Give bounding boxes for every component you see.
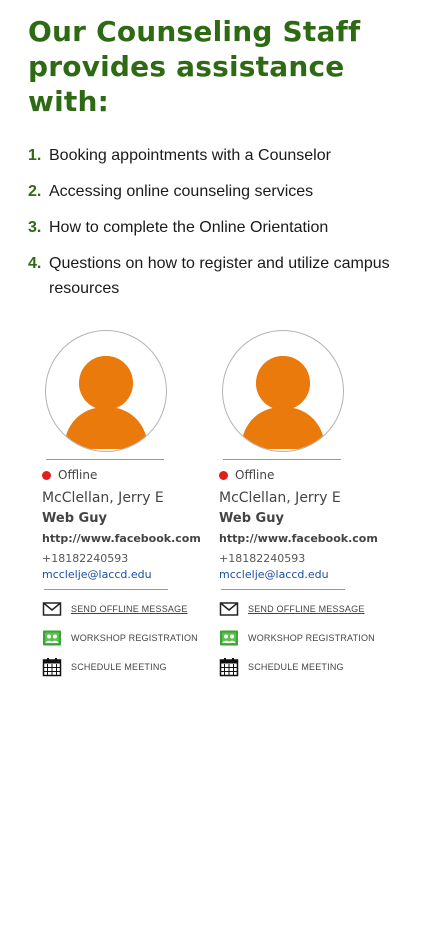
person-icon: [59, 356, 153, 451]
divider: [44, 589, 168, 590]
schedule-meeting-label[interactable]: SCHEDULE MEETING: [248, 662, 344, 672]
workshop-registration-label[interactable]: WORKSHOP REGISTRATION: [248, 633, 375, 643]
list-item-number: 1.: [28, 147, 42, 164]
envelope-icon: [219, 602, 239, 616]
workshop-registration-label[interactable]: WORKSHOP REGISTRATION: [71, 633, 198, 643]
list-item: 3. How to complete the Online Orientatio…: [28, 215, 418, 240]
status-indicator: Offline: [219, 468, 389, 482]
staff-url[interactable]: http://www.facebook.com: [42, 530, 212, 547]
send-offline-message-button[interactable]: SEND OFFLINE MESSAGE: [42, 599, 212, 619]
assistance-list: 1. Booking appointments with a Counselor…: [28, 143, 418, 312]
schedule-meeting-label[interactable]: SCHEDULE MEETING: [71, 662, 167, 672]
staff-card: Offline McClellan, Jerry E Web Guy http:…: [42, 330, 212, 677]
divider: [46, 459, 164, 460]
avatar: [45, 330, 167, 452]
divider: [221, 589, 345, 590]
staff-url[interactable]: http://www.facebook.com: [219, 530, 389, 547]
staff-title: Web Guy: [42, 511, 107, 526]
staff-name: McClellan, Jerry E: [219, 490, 341, 506]
list-item: 1. Booking appointments with a Counselor: [28, 143, 418, 168]
send-offline-message-label[interactable]: SEND OFFLINE MESSAGE: [71, 604, 188, 614]
list-item-number: 3.: [28, 219, 42, 236]
send-offline-message-button[interactable]: SEND OFFLINE MESSAGE: [219, 599, 389, 619]
person-icon: [236, 356, 330, 451]
status-dot-icon: [42, 470, 51, 480]
schedule-meeting-button[interactable]: SCHEDULE MEETING: [42, 657, 212, 677]
calendar-icon: [219, 658, 239, 677]
schedule-meeting-button[interactable]: SCHEDULE MEETING: [219, 657, 389, 677]
staff-card: Offline McClellan, Jerry E Web Guy http:…: [219, 330, 389, 677]
divider: [223, 459, 341, 460]
page-heading: Our Counseling Staff provides assistance…: [28, 15, 361, 118]
list-item: 4. Questions on how to register and util…: [28, 251, 418, 301]
list-item: 2. Accessing online counseling services: [28, 179, 418, 204]
send-offline-message-label[interactable]: SEND OFFLINE MESSAGE: [248, 604, 365, 614]
status-dot-icon: [219, 470, 228, 480]
staff-title: Web Guy: [219, 511, 284, 526]
envelope-icon: [42, 602, 62, 616]
list-item-text: Questions on how to register and utilize…: [49, 255, 390, 297]
status-indicator: Offline: [42, 468, 212, 482]
avatar: [222, 330, 344, 452]
workshop-registration-button[interactable]: WORKSHOP REGISTRATION: [42, 628, 212, 648]
staff-phone: +18182240593: [219, 552, 306, 565]
workshop-icon: [43, 630, 61, 646]
calendar-icon: [42, 658, 62, 677]
staff-phone: +18182240593: [42, 552, 129, 565]
staff-email-link[interactable]: mcclelje@laccd.edu: [219, 567, 389, 583]
list-item-number: 4.: [28, 255, 42, 272]
workshop-icon: [220, 630, 238, 646]
list-item-text: Accessing online counseling services: [49, 183, 314, 200]
list-item-text: How to complete the Online Orientation: [49, 219, 329, 236]
status-text: Offline: [235, 468, 275, 482]
workshop-registration-button[interactable]: WORKSHOP REGISTRATION: [219, 628, 389, 648]
status-text: Offline: [58, 468, 98, 482]
list-item-number: 2.: [28, 183, 42, 200]
staff-email-link[interactable]: mcclelje@laccd.edu: [42, 567, 212, 583]
list-item-text: Booking appointments with a Counselor: [49, 147, 331, 164]
staff-name: McClellan, Jerry E: [42, 490, 164, 506]
